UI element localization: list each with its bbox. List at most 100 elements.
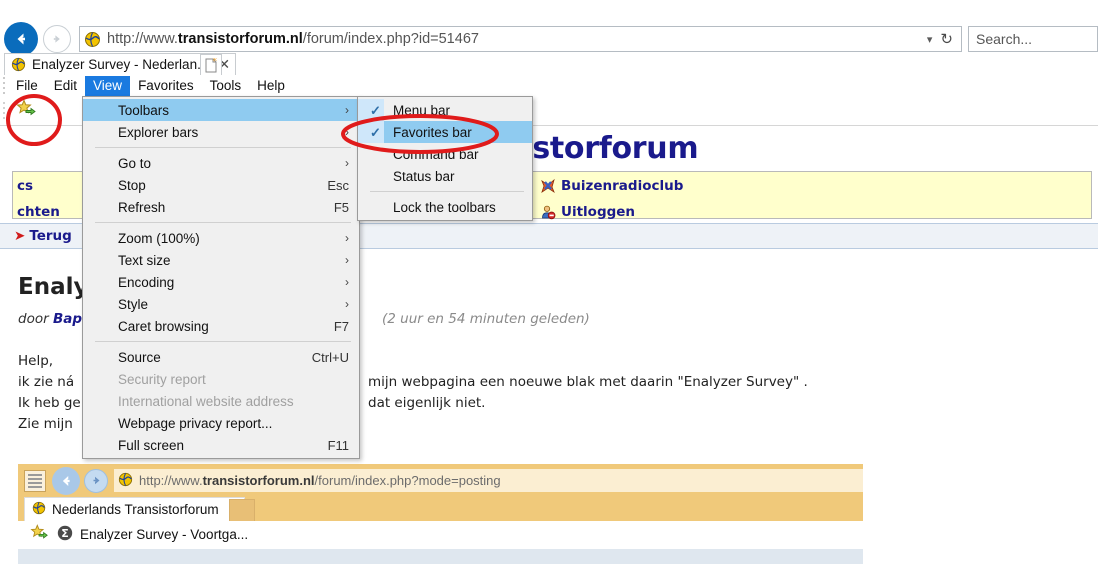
menu-separator bbox=[95, 222, 351, 223]
refresh-icon[interactable]: ↻ bbox=[940, 30, 953, 48]
menu-item-caret-browsing[interactable]: Caret browsing F7 bbox=[83, 315, 359, 337]
inner-new-tab-icon[interactable] bbox=[229, 499, 255, 521]
menu-item-webpage-privacy-report[interactable]: Webpage privacy report... bbox=[83, 412, 359, 434]
menu-separator bbox=[95, 147, 351, 148]
post-line: Zie mijn bbox=[18, 416, 73, 432]
menu-item-label: Zoom (100%) bbox=[118, 230, 200, 246]
favorites-bar-grip[interactable] bbox=[0, 99, 8, 123]
menu-bar: File Edit View Favorites Tools Help bbox=[0, 75, 1098, 96]
globe-icon bbox=[118, 472, 133, 490]
post-line: ruud bbox=[18, 435, 49, 436]
forum-nav-label: chten bbox=[17, 203, 60, 220]
menu-file[interactable]: File bbox=[8, 76, 46, 96]
menu-item-label: International website address bbox=[118, 393, 294, 409]
favorites-bar-item[interactable]: Σ Enalyzer Survey - Voortga... bbox=[57, 525, 248, 544]
tab-strip: Enalyzer Survey - Nederlan... ✕ * bbox=[0, 53, 1098, 75]
globe-icon bbox=[32, 501, 46, 518]
menu-item-zoom[interactable]: Zoom (100%) › bbox=[83, 227, 359, 249]
inner-address-bar[interactable]: http://www.transistorforum.nl/forum/inde… bbox=[114, 469, 863, 492]
menu-item-label: Status bar bbox=[393, 168, 455, 184]
forward-arrow-icon[interactable] bbox=[84, 468, 108, 493]
menu-item-source[interactable]: Source Ctrl+U bbox=[83, 346, 359, 368]
star-add-icon[interactable] bbox=[30, 524, 50, 545]
menu-item-go-to[interactable]: Go to › bbox=[83, 152, 359, 174]
menu-item-label: Lock the toolbars bbox=[393, 199, 496, 215]
menu-item-toolbars[interactable]: Toolbars › bbox=[83, 99, 359, 121]
menu-item-label: Menu bar bbox=[393, 102, 451, 118]
menu-item-label: Source bbox=[118, 349, 161, 365]
menu-view[interactable]: View bbox=[85, 75, 131, 96]
menu-item-explorer-bars[interactable]: Explorer bars › bbox=[83, 121, 359, 143]
menu-item-encoding[interactable]: Encoding › bbox=[83, 271, 359, 293]
menu-item-label: Command bar bbox=[393, 146, 479, 162]
svg-text:Σ: Σ bbox=[61, 527, 69, 540]
post-title: Enaly bbox=[18, 274, 89, 300]
menu-item-stop[interactable]: Stop Esc bbox=[83, 174, 359, 196]
menu-help[interactable]: Help bbox=[249, 76, 293, 96]
search-input-placeholder: Search... bbox=[976, 31, 1033, 47]
forward-arrow-icon bbox=[43, 25, 71, 53]
inner-tab-title: Nederlands Transistorforum bbox=[52, 502, 219, 517]
sigma-icon: Σ bbox=[57, 525, 73, 544]
window-titlebar bbox=[0, 0, 1098, 20]
toolbars-submenu: ✓ Menu bar ✓ Favorites bar Command bar S… bbox=[357, 96, 533, 221]
red-arrow-right-icon: ➤ bbox=[14, 228, 26, 244]
new-tab-icon[interactable]: * bbox=[200, 54, 222, 75]
menu-item-menu-bar[interactable]: ✓ Menu bar bbox=[358, 99, 532, 121]
post-line: Ik heb ge bbox=[18, 395, 81, 411]
menu-edit[interactable]: Edit bbox=[46, 76, 85, 96]
menu-item-lock-the-toolbars[interactable]: Lock the toolbars bbox=[358, 196, 532, 218]
address-bar[interactable]: http://www.transistorforum.nl/forum/inde… bbox=[79, 26, 962, 52]
menu-item-accelerator: Ctrl+U bbox=[311, 349, 349, 365]
menu-item-refresh[interactable]: Refresh F5 bbox=[83, 196, 359, 218]
globe-icon bbox=[84, 31, 101, 48]
chevron-right-icon: › bbox=[345, 253, 349, 267]
menu-tools[interactable]: Tools bbox=[202, 76, 250, 96]
menu-separator bbox=[370, 191, 524, 192]
menu-item-favorites-bar[interactable]: ✓ Favorites bar bbox=[358, 121, 532, 143]
club-icon bbox=[540, 178, 556, 194]
menu-item-label: Caret browsing bbox=[118, 318, 209, 334]
chevron-right-icon: › bbox=[345, 297, 349, 311]
menu-item-international-website-address: International website address bbox=[83, 390, 359, 412]
post-meta-prefix: door bbox=[18, 311, 53, 327]
menu-bar-grip[interactable] bbox=[0, 76, 8, 96]
address-bar-url: http://www.transistorforum.nl/forum/inde… bbox=[107, 31, 479, 47]
checkmark-icon: ✓ bbox=[370, 125, 381, 140]
menu-item-label: Full screen bbox=[118, 437, 185, 453]
menu-item-full-screen[interactable]: Full screen F11 bbox=[83, 434, 359, 456]
post-line-right: mijn webpagina een noeuwe blak met daari… bbox=[368, 374, 808, 390]
search-input[interactable]: Search... bbox=[968, 26, 1098, 52]
chevron-right-icon: › bbox=[345, 231, 349, 245]
forum-nav-label: Buizenradioclub bbox=[561, 177, 684, 194]
inner-browser-tab[interactable]: Nederlands Transistorforum ✕ bbox=[24, 497, 246, 521]
menu-favorites[interactable]: Favorites bbox=[130, 76, 202, 96]
chevron-down-icon[interactable]: ▾ bbox=[927, 33, 933, 46]
menu-item-accelerator: F11 bbox=[327, 437, 349, 453]
inner-tab-strip: Nederlands Transistorforum ✕ bbox=[18, 497, 863, 521]
inner-browser-window: http://www.transistorforum.nl/forum/inde… bbox=[18, 464, 863, 564]
back-link[interactable]: ➤ Terug bbox=[14, 228, 72, 244]
post-timestamp: (2 uur en 54 minuten geleden) bbox=[382, 311, 590, 327]
forum-link-uitloggen[interactable]: Uitloggen bbox=[540, 204, 635, 220]
back-arrow-icon[interactable] bbox=[4, 22, 38, 56]
post-line: ik zie ná bbox=[18, 374, 75, 390]
menu-item-status-bar[interactable]: Status bar bbox=[358, 165, 532, 187]
chevron-right-icon: › bbox=[345, 103, 349, 117]
forum-link-buizenradioclub[interactable]: Buizenradioclub bbox=[540, 178, 683, 194]
menu-item-label: Webpage privacy report... bbox=[118, 415, 273, 431]
checkmark-icon: ✓ bbox=[370, 103, 381, 118]
menu-item-accelerator: F5 bbox=[333, 199, 349, 215]
chevron-right-icon: › bbox=[345, 125, 349, 139]
logout-icon bbox=[540, 204, 556, 220]
back-arrow-icon[interactable] bbox=[52, 466, 80, 495]
menu-item-command-bar[interactable]: Command bar bbox=[358, 143, 532, 165]
menu-item-style[interactable]: Style › bbox=[83, 293, 359, 315]
favorites-bar-item-label: Enalyzer Survey - Voortga... bbox=[80, 527, 249, 542]
menu-item-label: Refresh bbox=[118, 199, 166, 215]
star-add-icon[interactable] bbox=[16, 99, 38, 122]
menu-item-text-size[interactable]: Text size › bbox=[83, 249, 359, 271]
menu-item-label: Toolbars bbox=[118, 102, 170, 118]
forum-nav-label: Uitloggen bbox=[561, 203, 636, 220]
list-icon[interactable] bbox=[24, 469, 46, 492]
